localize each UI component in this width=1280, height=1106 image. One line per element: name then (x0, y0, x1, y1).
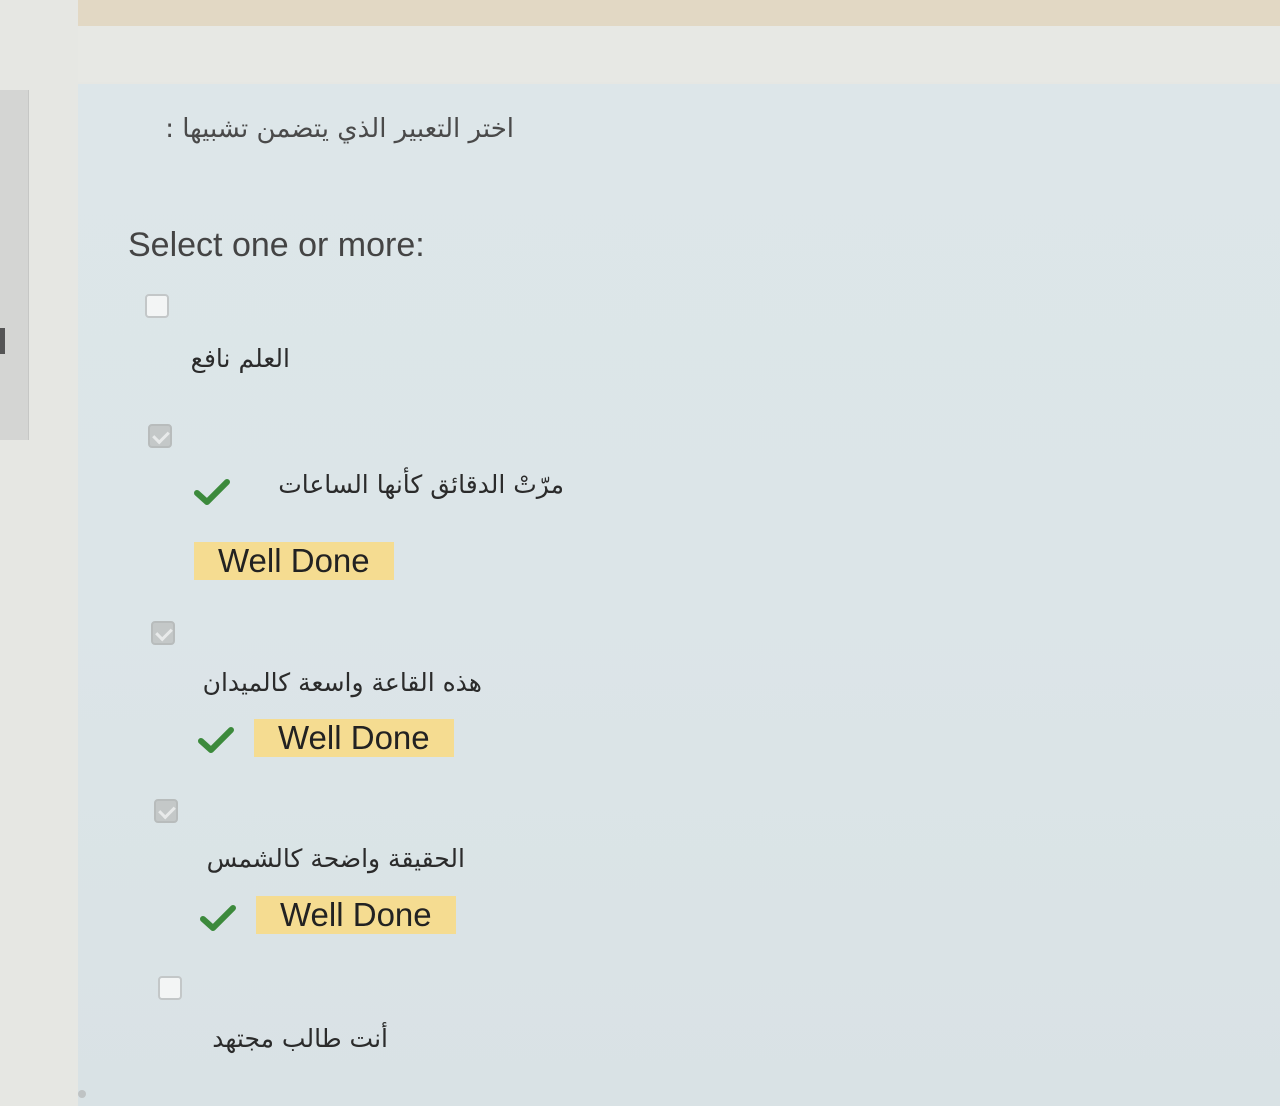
option-4-checkbox[interactable] (154, 799, 178, 823)
select-prompt: Select one or more: (128, 226, 425, 264)
option-2-feedback: Well Done (194, 542, 394, 580)
check-icon (194, 479, 230, 505)
top-banner (78, 0, 1280, 26)
option-1-label[interactable]: العلم نافع (191, 344, 290, 373)
option-5-checkbox[interactable] (158, 976, 182, 1000)
corner-dot (78, 1090, 86, 1098)
option-4-label[interactable]: الحقيقة واضحة كالشمس (207, 844, 465, 873)
option-3-label[interactable]: هذه القاعة واسعة كالميدان (203, 668, 482, 697)
question-text: اختر التعبير الذي يتضمن تشبيها : (165, 114, 514, 144)
option-5-label[interactable]: أنت طالب مجتهد (212, 1024, 388, 1053)
navigation-marker (0, 328, 5, 354)
option-2-checkbox[interactable] (148, 424, 172, 448)
question-panel: اختر التعبير الذي يتضمن تشبيها : Select … (78, 84, 1280, 1106)
option-2-label[interactable]: مرّتْ الدقائق كأنها الساعات (278, 470, 564, 499)
check-icon (200, 905, 236, 931)
quiz-navigation-panel[interactable] (0, 90, 29, 440)
option-4-feedback: Well Done (256, 896, 456, 934)
header-area (78, 26, 1280, 82)
option-3-checkbox[interactable] (151, 621, 175, 645)
option-3-feedback: Well Done (254, 719, 454, 757)
option-1-checkbox[interactable] (145, 294, 169, 318)
check-icon (198, 727, 234, 753)
